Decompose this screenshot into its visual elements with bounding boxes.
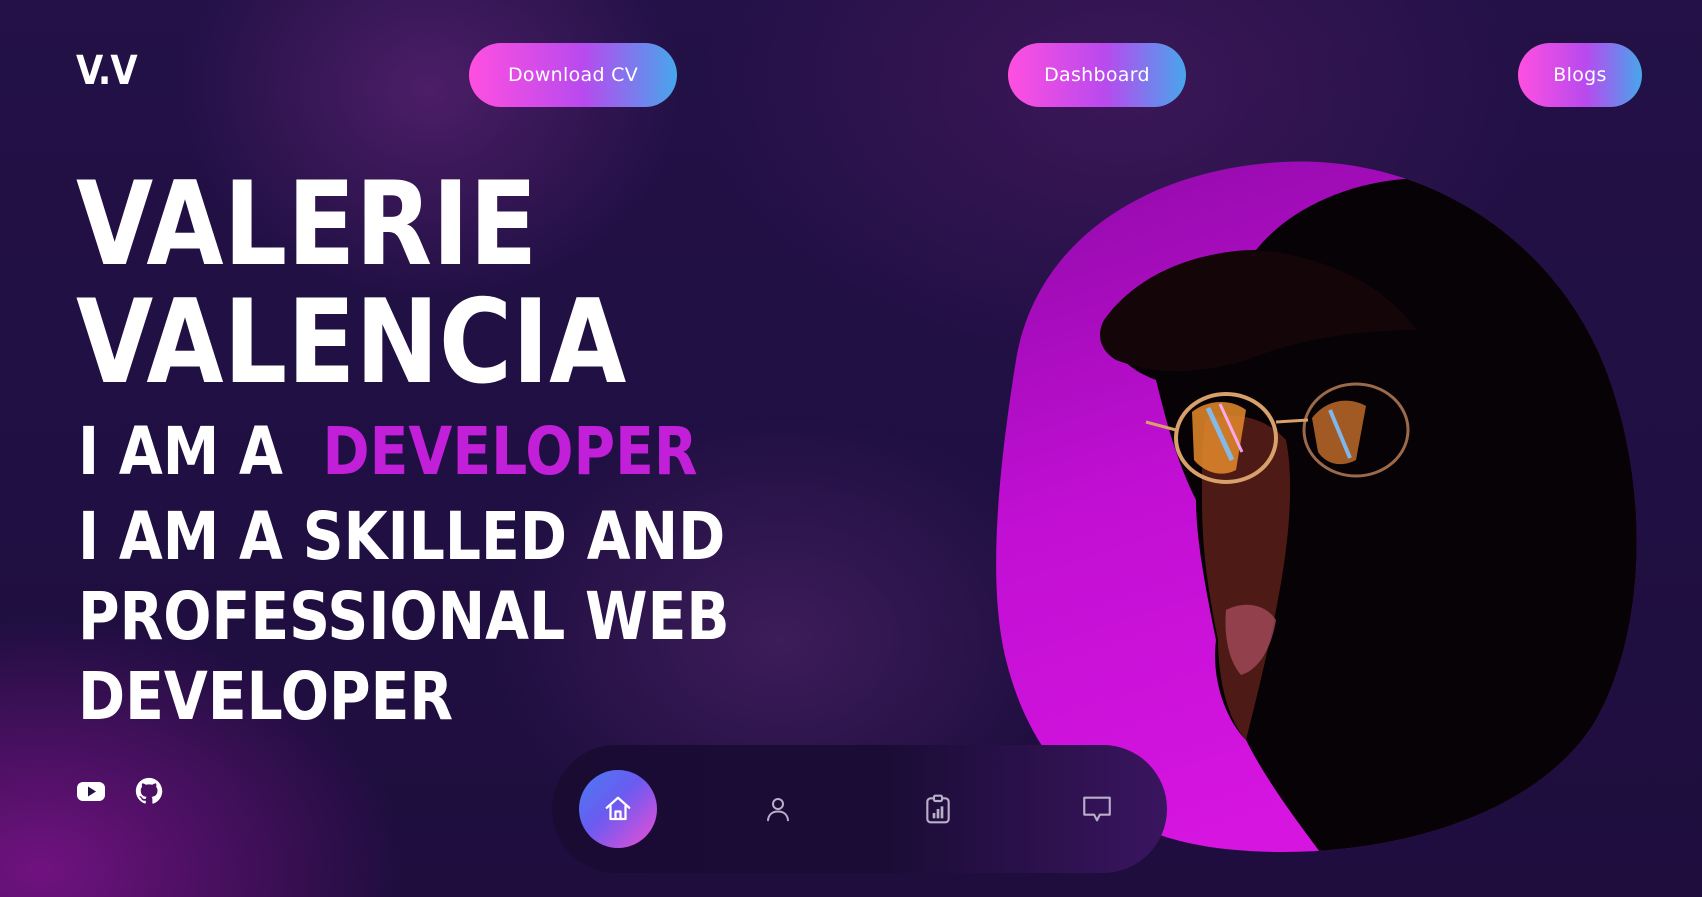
hero-name-last: VALENCIA: [76, 275, 627, 410]
nav-about[interactable]: [739, 770, 817, 848]
blogs-button[interactable]: Blogs: [1518, 43, 1642, 107]
download-cv-button[interactable]: Download CV: [469, 43, 677, 107]
tagline-line-2: PROFESSIONAL WEB: [78, 578, 730, 655]
portfolio-page: V.V Download CV Dashboard Blogs VALERIE …: [0, 0, 1702, 897]
nav-contact[interactable]: [1058, 770, 1136, 848]
clipboard-chart-icon: [926, 794, 950, 824]
tagline-line-3: DEVELOPER: [78, 658, 454, 735]
role-prefix: I AM A: [78, 413, 303, 490]
bottom-nav-dock: [552, 745, 1167, 873]
home-icon: [605, 796, 631, 821]
nav-projects[interactable]: [899, 770, 977, 848]
hero-name-first: VALERIE: [76, 157, 538, 292]
nav-home[interactable]: [579, 770, 657, 848]
youtube-icon[interactable]: [76, 776, 106, 806]
hero-name: VALERIE VALENCIA: [76, 166, 626, 402]
hero-tagline: I AM A SKILLED AND PROFESSIONAL WEB DEVE…: [78, 497, 730, 737]
github-icon[interactable]: [134, 776, 164, 806]
user-icon: [767, 798, 789, 822]
tagline-line-1: I AM A SKILLED AND: [78, 498, 726, 575]
role-highlight: DEVELOPER: [322, 413, 698, 490]
chat-icon: [1083, 796, 1111, 822]
dashboard-button[interactable]: Dashboard: [1008, 43, 1186, 107]
site-logo[interactable]: V.V: [76, 48, 138, 94]
hero-role: I AM A DEVELOPER: [78, 412, 698, 492]
